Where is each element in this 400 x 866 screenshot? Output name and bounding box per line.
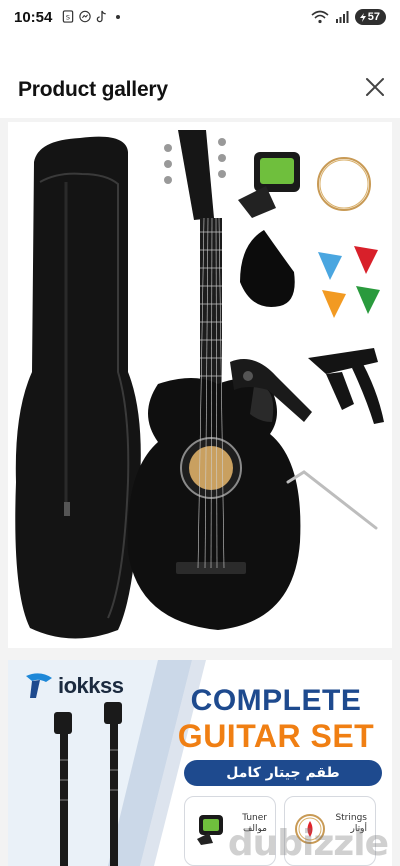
gallery-header: Product gallery	[0, 60, 400, 120]
tuner-icon	[197, 815, 223, 845]
dubizzle-watermark: dubizzle	[227, 823, 389, 864]
status-time: 10:54	[14, 9, 53, 26]
gallery-image-1[interactable]	[8, 122, 392, 648]
spare-strings	[317, 157, 371, 211]
status-icons-right: 57	[311, 9, 386, 25]
capo	[308, 348, 384, 424]
page-title: Product gallery	[18, 78, 168, 101]
tiktok-icon	[96, 10, 106, 23]
svg-text:S: S	[66, 13, 70, 21]
brand-logo: iokkss	[24, 672, 124, 700]
wifi-icon	[311, 10, 329, 24]
arabic-subtitle: طقم جيتار كامل	[184, 760, 382, 786]
banner-heading-guitar-set: GUITAR SET	[177, 718, 375, 754]
banner-heading-complete: COMPLETE	[190, 684, 362, 717]
status-icons-left: S	[62, 10, 120, 23]
brand-mark-icon	[26, 673, 52, 698]
sim-icon: S	[62, 10, 74, 23]
clip-on-tuner	[238, 152, 300, 218]
gig-bag	[15, 136, 141, 639]
close-icon[interactable]	[364, 76, 386, 98]
charging-icon	[359, 12, 366, 22]
battery-icon: 57	[354, 9, 386, 25]
pickguard	[240, 230, 295, 307]
notification-dot	[116, 14, 120, 19]
brand-name: iokkss	[58, 673, 124, 698]
allen-wrench	[286, 470, 378, 530]
messenger-icon	[79, 10, 91, 23]
guitar-set-photo	[15, 130, 384, 639]
status-bar: 10:54 S 57	[0, 0, 400, 36]
signal-icon	[335, 11, 349, 23]
guitar-picks	[318, 246, 380, 318]
gallery-image-2[interactable]: iokkss COMPLETE GUITAR SET طقم جيتار كام…	[8, 660, 392, 866]
gallery-scroll[interactable]: iokkss COMPLETE GUITAR SET طقم جيتار كام…	[0, 118, 400, 866]
battery-level: 57	[367, 11, 380, 23]
